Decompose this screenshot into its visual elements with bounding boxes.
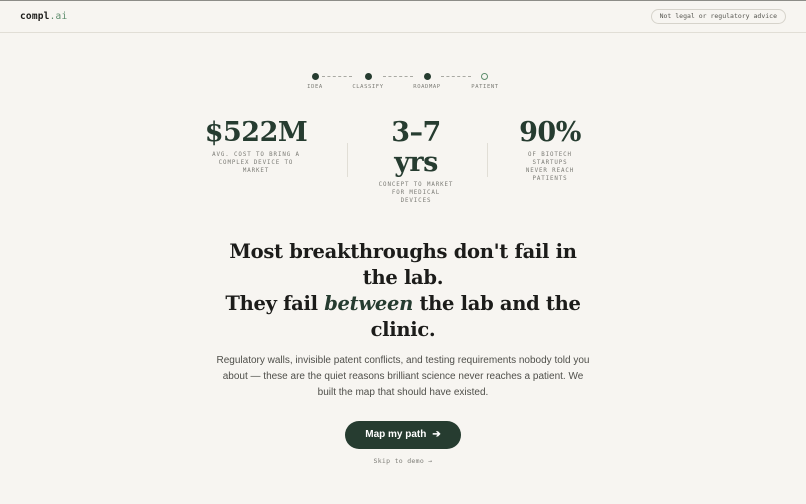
step-connector	[322, 76, 352, 77]
step-connector	[383, 76, 413, 77]
map-my-path-button[interactable]: Map my path ➔	[345, 421, 461, 449]
top-bar: compl.ai Not legal or regulatory advice	[0, 1, 806, 33]
step-label-patient: PATIENT	[471, 84, 499, 90]
headline-line-2-start: They fail	[225, 292, 325, 315]
step-dot-classify	[365, 73, 372, 80]
stat-caption: OF BIOTECH STARTUPS NEVER REACH PATIENTS	[525, 152, 575, 182]
arrow-right-icon: ➔	[432, 429, 441, 440]
cta-label: Map my path	[365, 429, 427, 440]
progress-steps: IDEA CLASSIFY ROADMAP PATIENT	[0, 71, 806, 93]
stat-divider	[347, 143, 348, 177]
hero-subtext: Regulatory walls, invisible patent confl…	[216, 355, 590, 398]
stat-value: 90%	[519, 117, 581, 148]
logo[interactable]: compl.ai	[20, 11, 67, 22]
stat-value: $522M	[204, 117, 308, 148]
logo-suffix: .ai	[49, 11, 68, 22]
headline-emphasis: between	[324, 292, 413, 315]
stat-timeline: 3–7 yrs CONCEPT TO MARKET FOR MEDICAL DE…	[362, 118, 470, 205]
stat-caption: CONCEPT TO MARKET FOR MEDICAL DEVICES	[378, 182, 454, 204]
disclaimer-badge: Not legal or regulatory advice	[650, 9, 786, 24]
logo-main: compl	[20, 11, 50, 22]
step-dot-idea	[312, 73, 319, 80]
hero-headline: Most breakthroughs don't fail in the lab…	[213, 239, 593, 343]
headline-line-1: Most breakthroughs don't fail in the lab…	[229, 240, 577, 289]
stat-failure-rate: 90% OF BIOTECH STARTUPS NEVER REACH PATI…	[500, 118, 600, 183]
stat-cost: $522M AVG. COST TO BRING A COMPLEX DEVIC…	[200, 118, 312, 175]
step-connector	[441, 76, 471, 77]
step-dot-patient	[481, 73, 488, 80]
stat-value: 3–7 yrs	[391, 117, 441, 178]
step-dot-roadmap	[424, 73, 431, 80]
stat-caption: AVG. COST TO BRING A COMPLEX DEVICE TO M…	[212, 152, 300, 174]
skip-to-demo-link[interactable]: Skip to demo →	[0, 457, 806, 465]
stat-divider	[487, 143, 488, 177]
